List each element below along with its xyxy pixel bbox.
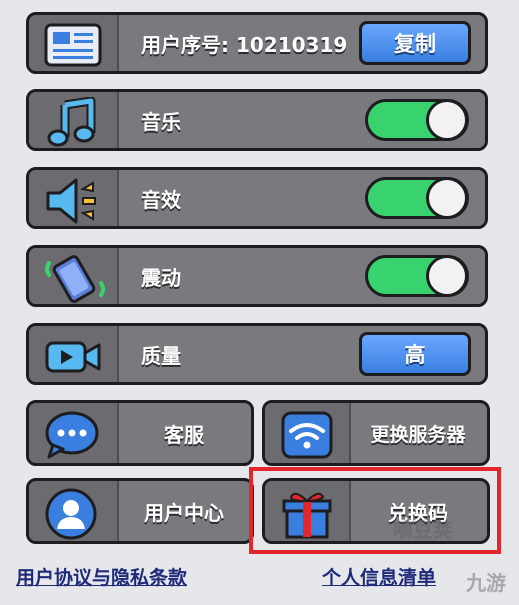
chat-bubble-icon [45, 411, 99, 459]
sound-toggle[interactable] [365, 177, 469, 219]
copy-button[interactable]: 复制 [359, 21, 471, 65]
sound-row: 音效 [26, 167, 488, 229]
vibration-row: 震动 [26, 245, 488, 307]
music-row: 音乐 [26, 89, 488, 151]
user-id-row: 用户序号: 10210319 复制 [26, 12, 488, 74]
music-label: 音乐 [141, 109, 181, 134]
wifi-icon [281, 411, 333, 459]
vibration-label: 震动 [141, 265, 181, 290]
watermark-text-2: 九游 [466, 571, 506, 595]
vibrating-phone-icon [45, 255, 105, 303]
quality-label: 质量 [141, 343, 181, 368]
speaker-icon [46, 178, 96, 224]
music-note-icon [47, 97, 96, 147]
video-camera-icon [45, 341, 101, 373]
music-toggle[interactable] [365, 99, 469, 141]
switch-server-label: 更换服务器 [370, 423, 466, 446]
customer-service-button[interactable]: 客服 [26, 400, 254, 466]
id-card-icon-box [29, 15, 119, 71]
id-card-icon [44, 23, 102, 67]
sound-label: 音效 [141, 187, 181, 212]
user-agreement-link[interactable]: 用户协议与隐私条款 [16, 563, 187, 590]
red-highlight-box [249, 467, 501, 554]
toggle-knob [426, 99, 468, 141]
user-id-label: 用户序号: 10210319 [141, 32, 348, 57]
customer-service-label: 客服 [164, 422, 204, 447]
personal-info-list-link[interactable]: 个人信息清单 [322, 563, 436, 590]
switch-server-button[interactable]: 更换服务器 [262, 400, 490, 466]
vibration-toggle[interactable] [365, 255, 469, 297]
user-avatar-icon [45, 488, 97, 540]
watermark-text: 嘀豆荚 [393, 518, 453, 542]
user-center-label: 用户中心 [144, 500, 224, 525]
toggle-knob [426, 177, 468, 219]
quality-row: 质量 高 [26, 323, 488, 385]
toggle-knob [426, 255, 468, 297]
quality-button[interactable]: 高 [359, 332, 471, 376]
user-center-button[interactable]: 用户中心 [26, 478, 254, 544]
